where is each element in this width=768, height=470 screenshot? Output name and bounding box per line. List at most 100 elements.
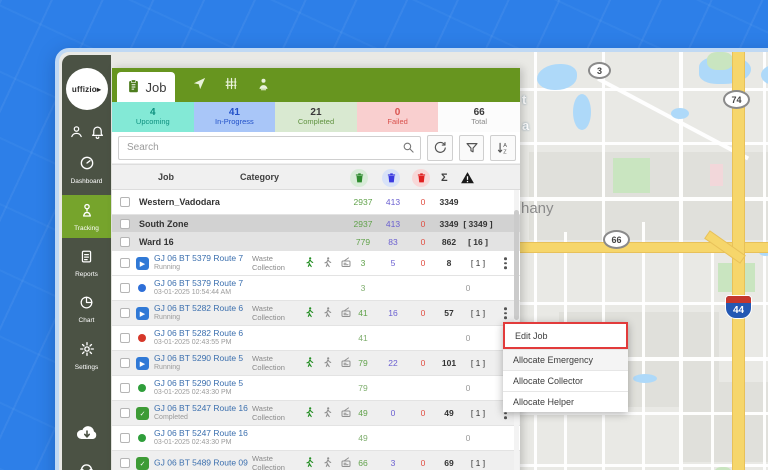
sidebar-item-label: Reports	[75, 271, 98, 278]
user-icon[interactable]	[69, 124, 84, 144]
row-menu-kebab[interactable]	[504, 257, 507, 269]
sort-button[interactable]: AZ	[490, 135, 516, 161]
stat-completed[interactable]: 21Completed	[275, 102, 357, 132]
status-dot	[138, 284, 146, 292]
job-link[interactable]: GJ 06 BT 5282 Route 6	[154, 303, 243, 313]
job-link[interactable]: GJ 06 BT 5379 Route 7	[154, 278, 243, 288]
sidebar-item-label: Chart	[79, 317, 95, 324]
status-dot	[138, 334, 146, 342]
refresh-button[interactable]	[427, 135, 453, 161]
row-checkbox[interactable]	[120, 197, 130, 207]
svg-text:Z: Z	[503, 149, 507, 155]
job-link[interactable]: GJ 06 BT 5247 Route 16	[154, 403, 248, 413]
menu-item-allocate-collector[interactable]: Allocate Collector	[503, 370, 628, 391]
job-link[interactable]: GJ 06 BT 5290 Route 5	[154, 353, 243, 363]
row-checkbox[interactable]	[120, 358, 130, 368]
row-checkbox[interactable]	[120, 333, 130, 343]
sub-value: 49	[346, 433, 380, 443]
stat-in-progress[interactable]: 41In-Progress	[194, 102, 276, 132]
search-toolbar: AZ	[112, 132, 520, 164]
job-value: 22	[378, 358, 408, 368]
sub-zero-value: 0	[448, 283, 488, 293]
map-building	[710, 164, 723, 186]
helper-icon	[322, 406, 333, 421]
search-input[interactable]	[118, 136, 421, 160]
job-table-body: Western_Vadodara293741303349South Zone29…	[112, 190, 520, 470]
job-subtext: Running	[154, 264, 243, 273]
sidebar-item-dashboard[interactable]: Dashboard	[62, 148, 111, 191]
group-row[interactable]: Western_Vadodara293741303349	[112, 190, 520, 215]
job-name-block: GJ 06 BT 5379 Route 703-01-2025 10:54:44…	[154, 278, 243, 298]
row-checkbox[interactable]	[120, 408, 130, 418]
stat-upcoming[interactable]: 4Upcoming	[112, 102, 194, 132]
row-checkbox[interactable]	[120, 308, 130, 318]
sub-value: 41	[346, 333, 380, 343]
row-checkbox[interactable]	[120, 258, 130, 268]
group-row[interactable]: Ward 16779830862[ 16 ]	[112, 233, 520, 251]
job-link[interactable]: GJ 06 BT 5247 Route 16	[154, 428, 248, 438]
group-value: 2937	[346, 219, 380, 229]
job-link[interactable]: GJ 06 BT 5379 Route 7	[154, 253, 243, 263]
helper-icon	[322, 256, 333, 271]
job-row[interactable]: GJ 06 BT 5247 Route 1603-01-2025 02:43:3…	[112, 426, 520, 451]
group-row[interactable]: South Zone293741303349[ 3349 ]	[112, 215, 520, 233]
sub-value: 3	[346, 283, 380, 293]
job-row[interactable]: GJ 06 BT 5290 Route 503-01-2025 02:43:30…	[112, 376, 520, 401]
job-row[interactable]: ✓GJ 06 BT 5247 Route 16CompletedWaste Co…	[112, 401, 520, 426]
person-pin-icon[interactable]	[256, 76, 271, 93]
chart-icon	[79, 295, 94, 315]
headset-icon[interactable]	[78, 460, 95, 470]
job-row[interactable]: ▶GJ 06 BT 5379 Route 7RunningWaste Colle…	[112, 251, 520, 276]
menu-item-edit-job[interactable]: Edit Job	[503, 322, 628, 349]
job-row[interactable]: ▶GJ 06 BT 5290 Route 5RunningWaste Colle…	[112, 351, 520, 376]
job-row[interactable]: ✓GJ 06 BT 5489 Route 09Waste Collection6…	[112, 451, 520, 470]
row-checkbox[interactable]	[120, 458, 130, 468]
routes-icon[interactable]	[224, 76, 239, 93]
search-icon	[402, 141, 415, 156]
job-category: Waste Collection	[252, 254, 304, 272]
row-checkbox[interactable]	[120, 283, 130, 293]
sub-zero-value: 0	[448, 433, 488, 443]
collector-icon	[304, 256, 315, 271]
job-link[interactable]: GJ 06 BT 5290 Route 5	[154, 378, 243, 388]
row-menu-kebab[interactable]	[504, 307, 507, 319]
job-link[interactable]: GJ 06 BT 5282 Route 6	[154, 328, 243, 338]
sidebar-item-reports[interactable]: Reports	[62, 242, 111, 284]
row-checkbox[interactable]	[120, 219, 130, 229]
menu-item-allocate-helper[interactable]: Allocate Helper	[503, 391, 628, 412]
map-label-fragment: a	[522, 118, 529, 133]
sub-zero-value: 0	[448, 383, 488, 393]
job-link[interactable]: GJ 06 BT 5489 Route 09	[154, 457, 248, 467]
job-name-block: GJ 06 BT 5290 Route 5Running	[154, 353, 243, 373]
map-street	[519, 197, 768, 201]
stat-failed[interactable]: 0Failed	[357, 102, 439, 132]
map-water	[671, 108, 689, 119]
bell-icon[interactable]	[90, 124, 105, 144]
job-row[interactable]: ▶GJ 06 BT 5282 Route 6RunningWaste Colle…	[112, 301, 520, 326]
job-row[interactable]: GJ 06 BT 5282 Route 603-01-2025 02:43:55…	[112, 326, 520, 351]
sidebar-item-chart[interactable]: Chart	[62, 288, 111, 330]
job-name-block: GJ 06 BT 5379 Route 7Running	[154, 253, 243, 273]
navigate-icon[interactable]	[192, 76, 207, 93]
job-role-icons	[304, 356, 352, 371]
menu-item-allocate-emergency[interactable]: Allocate Emergency	[503, 349, 628, 370]
filter-button[interactable]	[459, 135, 485, 161]
map-street	[711, 242, 714, 470]
cloud-download-icon[interactable]	[75, 423, 99, 446]
row-checkbox[interactable]	[120, 433, 130, 443]
scrollbar-thumb[interactable]	[514, 210, 519, 320]
stat-total[interactable]: 66Total	[438, 102, 520, 132]
sidebar-item-tracking[interactable]: Tracking	[62, 195, 111, 238]
group-value: 779	[346, 237, 380, 247]
stat-label: Total	[471, 118, 487, 127]
tab-job[interactable]: Job	[117, 72, 175, 102]
row-checkbox[interactable]	[120, 237, 130, 247]
status-dot	[138, 434, 146, 442]
job-subtext: 03-01-2025 02:43:30 PM	[154, 389, 243, 398]
group-value: 83	[378, 237, 408, 247]
row-checkbox[interactable]	[120, 383, 130, 393]
stat-label: In-Progress	[215, 118, 254, 127]
job-row[interactable]: GJ 06 BT 5379 Route 703-01-2025 10:54:44…	[112, 276, 520, 301]
sidebar-item-settings[interactable]: Settings	[62, 334, 111, 377]
group-value: 2937	[346, 197, 380, 207]
